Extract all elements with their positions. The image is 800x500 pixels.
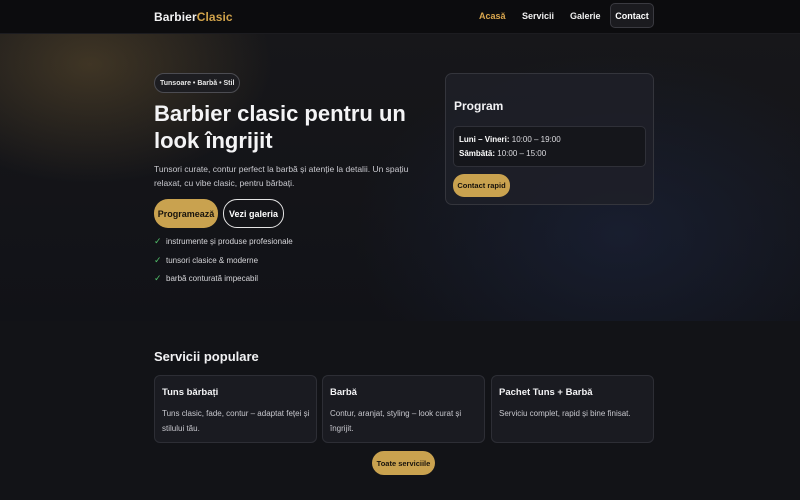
nav-link-acasa[interactable]: Acasă <box>479 11 506 21</box>
service-name: Pachet Tuns + Barbă <box>499 387 593 398</box>
program-title: Program <box>454 99 504 113</box>
service-card[interactable]: Pachet Tuns + Barbă Serviciu complet, ra… <box>491 375 654 443</box>
feature-text: barbă conturată impecabil <box>166 274 259 283</box>
hours-time: 10:00 – 15:00 <box>497 149 547 158</box>
book-appointment-button[interactable]: Programează <box>154 199 218 228</box>
service-description: Contur, aranjat, styling – look curat și… <box>330 409 462 433</box>
feature-text: tunsori clasice & moderne <box>166 256 259 265</box>
feature-item: ✓ barbă conturată impecabil <box>154 273 258 284</box>
service-description: Tuns clasic, fade, contur – adaptat fețe… <box>162 409 310 433</box>
quick-contact-button[interactable]: Contact rapid <box>453 174 510 197</box>
hours-time: 10:00 – 19:00 <box>511 135 561 144</box>
service-name: Tuns bărbați <box>162 387 219 398</box>
feature-item: ✓ instrumente și produse profesionale <box>154 236 293 247</box>
feature-text: instrumente și produse profesionale <box>166 237 293 246</box>
hours-days: Sâmbătă: <box>459 149 496 158</box>
services-title: Servicii populare <box>154 349 259 364</box>
view-gallery-button[interactable]: Vezi galeria <box>223 199 284 228</box>
top-navbar: BarbierClasic Acasă Servicii Galerie Con… <box>0 0 800 34</box>
check-icon: ✓ <box>154 273 162 283</box>
service-description: Serviciu complet, rapid și bine finisat. <box>499 409 631 418</box>
nav-contact-button[interactable]: Contact <box>610 3 654 28</box>
program-card: Program Luni – Vineri: 10:00 – 19:00 Sâm… <box>445 73 654 205</box>
service-card[interactable]: Barbă Contur, aranjat, styling – look cu… <box>322 375 485 443</box>
hero-description: Tunsori curate, contur perfect la barbă … <box>154 164 409 188</box>
nav-link-galerie[interactable]: Galerie <box>570 11 601 21</box>
service-name: Barbă <box>330 387 357 398</box>
opening-hours: Luni – Vineri: 10:00 – 19:00 Sâmbătă: 10… <box>453 126 646 167</box>
hours-row-saturday: Sâmbătă: 10:00 – 15:00 <box>459 149 546 158</box>
brand-accent: Clasic <box>196 10 233 24</box>
feature-item: ✓ tunsori clasice & moderne <box>154 255 258 266</box>
check-icon: ✓ <box>154 255 162 265</box>
hero-title: Barbier clasic pentru un look îngrijit <box>154 101 406 153</box>
hours-days: Luni – Vineri: <box>459 135 510 144</box>
nav-link-servicii[interactable]: Servicii <box>522 11 554 21</box>
brand-logo[interactable]: BarbierClasic <box>154 10 233 24</box>
check-icon: ✓ <box>154 236 162 246</box>
all-services-button[interactable]: Toate serviciile <box>372 451 435 475</box>
hero-tag-pill: Tunsoare • Barbă • Stil <box>154 73 241 93</box>
hours-row-weekdays: Luni – Vineri: 10:00 – 19:00 <box>459 135 561 144</box>
brand-name: Barbier <box>154 10 197 24</box>
services-section: Servicii populare Tuns bărbați Tuns clas… <box>0 321 800 500</box>
service-card[interactable]: Tuns bărbați Tuns clasic, fade, contur –… <box>154 375 317 443</box>
